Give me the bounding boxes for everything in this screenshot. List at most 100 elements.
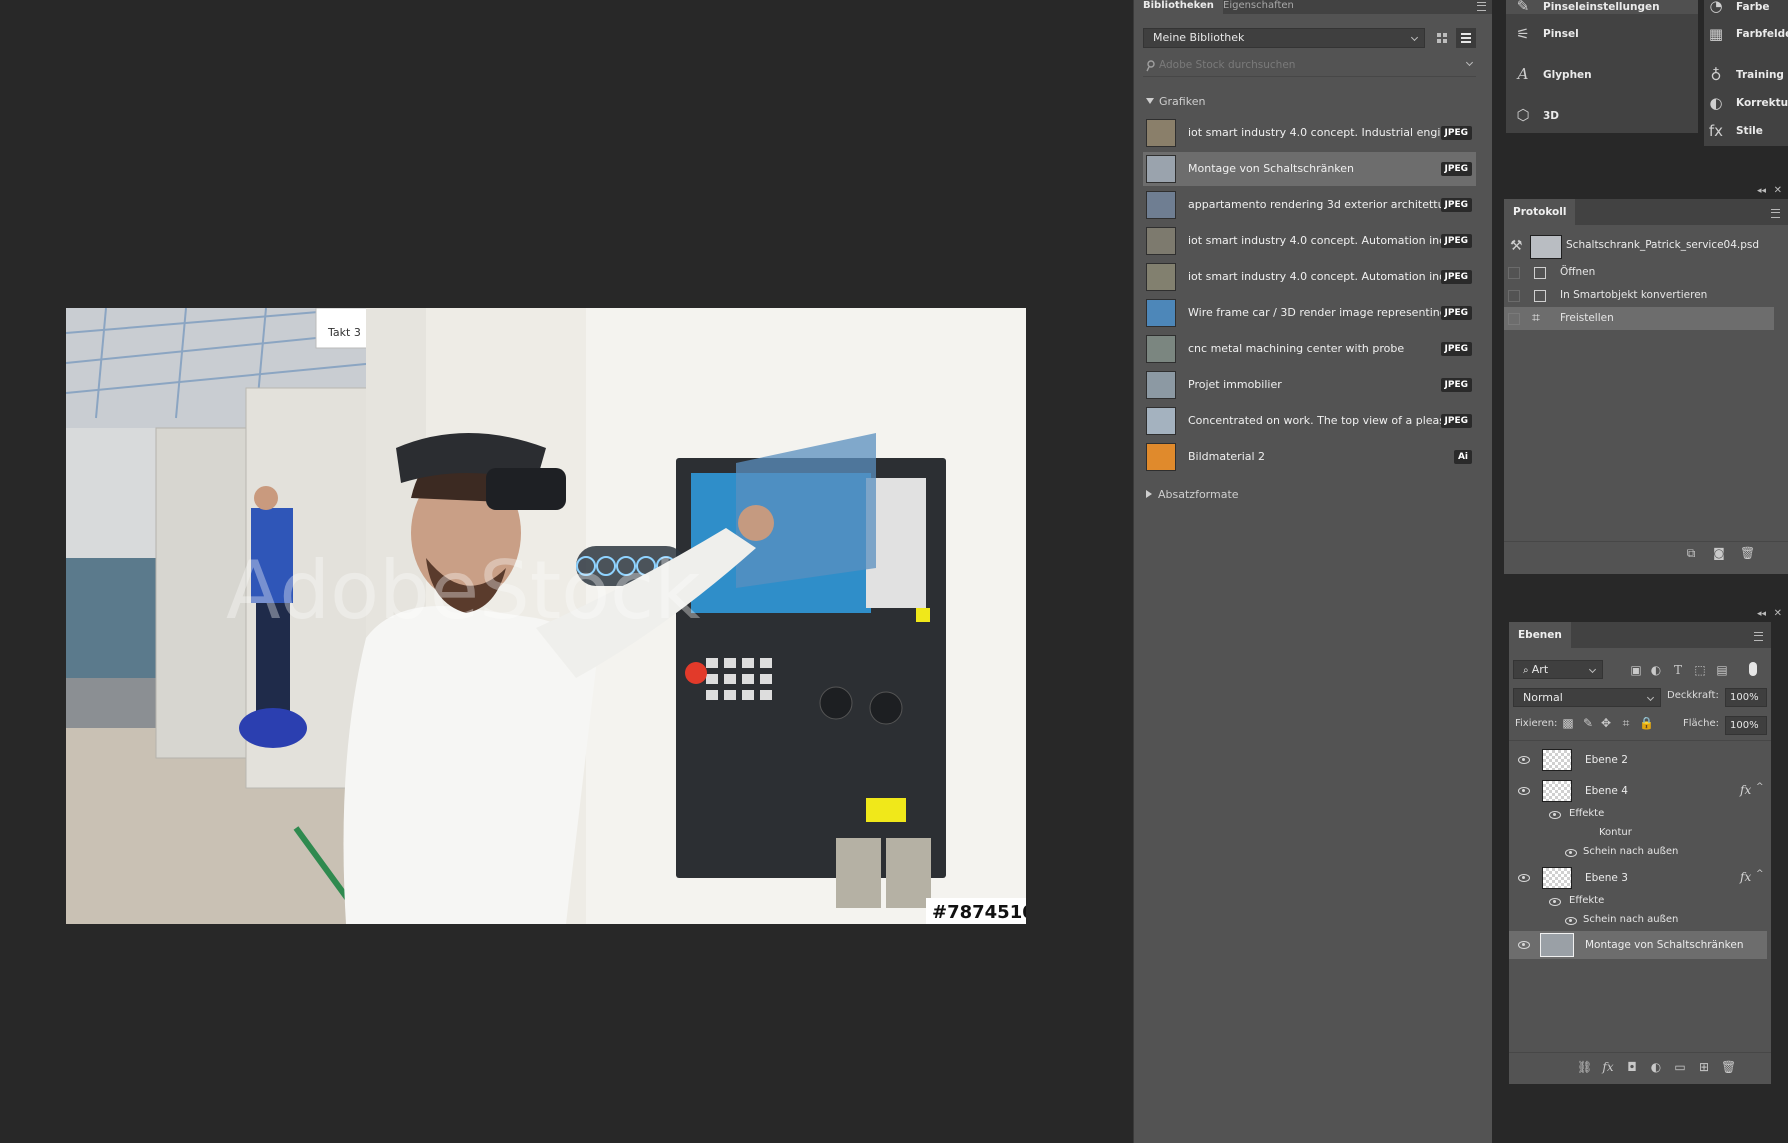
panel-menu-icon[interactable]: [1754, 632, 1763, 641]
new-group-icon[interactable]: ▭: [1673, 1060, 1687, 1074]
lock-artboard-icon[interactable]: ⌗: [1619, 716, 1633, 730]
library-item[interactable]: iot smart industry 4.0 concept. Industri…: [1143, 116, 1476, 150]
history-collapse-bar[interactable]: ◂◂ ✕: [1504, 185, 1788, 199]
layer-filter-select[interactable]: ⌕ Art: [1513, 660, 1603, 679]
layer-name[interactable]: Ebene 3: [1585, 872, 1628, 884]
library-item[interactable]: Bildmaterial 2 Ai: [1143, 440, 1476, 474]
chevron-down-icon[interactable]: [1465, 58, 1474, 67]
layer-name[interactable]: Montage von Schaltschränken: [1585, 939, 1743, 951]
library-item[interactable]: iot smart industry 4.0 concept. Automati…: [1143, 224, 1476, 258]
link-layers-icon[interactable]: ⛓: [1577, 1060, 1592, 1074]
swatches-icon[interactable]: ▦: [1707, 25, 1725, 43]
layer-name[interactable]: Ebene 2: [1585, 754, 1628, 766]
layer-row[interactable]: Ebene 3 fx ^: [1509, 864, 1767, 892]
document-canvas[interactable]: Takt 3 AdobeStock #787451: [0, 0, 1132, 1143]
library-item[interactable]: Wire frame car / 3D render image represe…: [1143, 296, 1476, 330]
section-paragraph-styles[interactable]: Absatzformate: [1146, 488, 1239, 501]
blend-mode-select[interactable]: Normal: [1513, 688, 1661, 707]
list-view-icon[interactable]: [1456, 28, 1476, 48]
library-item[interactable]: Montage von Schaltschränken JPEG: [1143, 152, 1476, 186]
tab-properties[interactable]: Eigenschaften: [1214, 0, 1303, 14]
tool-styles[interactable]: Stile: [1736, 125, 1763, 137]
new-layer-icon[interactable]: ⊞: [1697, 1060, 1711, 1074]
trash-icon[interactable]: 🗑: [1721, 1060, 1736, 1074]
camera-icon[interactable]: ◙: [1712, 546, 1726, 560]
library-select[interactable]: Meine Bibliothek: [1143, 28, 1425, 48]
history-step[interactable]: Öffnen: [1504, 261, 1774, 284]
adjustment-icon[interactable]: ◐: [1707, 94, 1725, 112]
smartobject-filter-icon[interactable]: ▤: [1715, 663, 1729, 677]
layer-fx-icon[interactable]: fx: [1740, 870, 1751, 884]
close-icon[interactable]: ✕: [1774, 185, 1782, 196]
tool-glyphs[interactable]: Glyphen: [1543, 69, 1592, 81]
tool-brush[interactable]: Pinsel: [1543, 28, 1579, 40]
lock-all-icon[interactable]: 🔒: [1639, 716, 1654, 730]
tool-training[interactable]: Training: [1736, 69, 1784, 81]
layer-row[interactable]: Ebene 4 fx ^: [1509, 777, 1767, 805]
brush-icon[interactable]: ⚟: [1514, 25, 1532, 43]
history-step[interactable]: In Smartobjekt konvertieren: [1504, 284, 1774, 307]
history-snapshot[interactable]: ⚒ Schaltschrank_Patrick_service04.psd: [1504, 233, 1788, 259]
effect-item[interactable]: Kontur: [1599, 827, 1632, 838]
history-step-selected[interactable]: ⌗ Freistellen: [1504, 307, 1774, 330]
library-item[interactable]: cnc metal machining center with probe JPE…: [1143, 332, 1476, 366]
tab-layers[interactable]: Ebenen: [1509, 622, 1571, 648]
layer-row-selected[interactable]: Montage von Schaltschränken: [1509, 931, 1767, 959]
tool-adjustments[interactable]: Korrektur: [1736, 97, 1788, 109]
add-style-icon[interactable]: fx: [1601, 1060, 1615, 1074]
panel-menu-icon[interactable]: [1477, 2, 1486, 11]
visibility-eye-icon[interactable]: [1518, 941, 1530, 949]
opacity-input[interactable]: 100%: [1725, 688, 1767, 707]
collapse-icon[interactable]: ◂◂: [1757, 609, 1766, 619]
lock-pixels-icon[interactable]: ✎: [1581, 716, 1595, 730]
tab-libraries[interactable]: Bibliotheken: [1134, 0, 1223, 14]
filter-toggle[interactable]: [1749, 662, 1757, 676]
visibility-eye-icon[interactable]: [1549, 898, 1561, 906]
tab-history[interactable]: Protokoll: [1504, 199, 1576, 225]
stock-search[interactable]: Adobe Stock durchsuchen: [1143, 56, 1476, 77]
tool-color[interactable]: Farbe: [1736, 1, 1769, 13]
library-item[interactable]: Projet immobilier JPEG: [1143, 368, 1476, 402]
tool-3d[interactable]: 3D: [1543, 110, 1559, 122]
chevron-up-icon[interactable]: ^: [1756, 782, 1764, 792]
panel-menu-icon[interactable]: [1771, 209, 1780, 218]
library-item[interactable]: iot smart industry 4.0 concept. Automati…: [1143, 260, 1476, 294]
collapse-icon[interactable]: ◂◂: [1757, 186, 1766, 196]
layers-collapse-bar[interactable]: ◂◂ ✕: [1509, 608, 1788, 622]
fill-input[interactable]: 100%: [1725, 716, 1767, 735]
new-document-from-state-icon[interactable]: ⧉: [1684, 546, 1698, 560]
style-icon[interactable]: fx: [1707, 122, 1725, 140]
history-brush-icon[interactable]: ⚒: [1510, 238, 1523, 254]
layer-fx-icon[interactable]: fx: [1740, 783, 1751, 797]
grid-view-icon[interactable]: [1434, 30, 1450, 46]
library-item[interactable]: appartamento rendering 3d exterior archi…: [1143, 188, 1476, 222]
glyph-icon[interactable]: A: [1514, 65, 1532, 83]
trash-icon[interactable]: 🗑: [1740, 546, 1755, 560]
lock-position-icon[interactable]: ✥: [1599, 716, 1613, 730]
library-item[interactable]: Concentrated on work. The top view of a …: [1143, 404, 1476, 438]
lock-transparency-icon[interactable]: ▩: [1561, 716, 1575, 730]
adjustment-filter-icon[interactable]: ◐: [1649, 663, 1663, 677]
cube-icon[interactable]: ⬡: [1514, 106, 1532, 124]
document-image[interactable]: Takt 3 AdobeStock #787451: [66, 308, 1026, 924]
pixel-filter-icon[interactable]: ▣: [1629, 663, 1643, 677]
tool-swatches[interactable]: Farbfelder: [1736, 28, 1788, 40]
section-graphics[interactable]: Grafiken: [1146, 95, 1205, 108]
shape-filter-icon[interactable]: ⬚: [1693, 663, 1707, 677]
close-icon[interactable]: ✕: [1774, 608, 1782, 619]
add-mask-icon[interactable]: ◘: [1625, 1060, 1639, 1074]
visibility-eye-icon[interactable]: [1565, 849, 1577, 857]
layer-name[interactable]: Ebene 4: [1585, 785, 1628, 797]
palette-icon[interactable]: ◔: [1707, 0, 1725, 15]
visibility-eye-icon[interactable]: [1518, 874, 1530, 882]
chevron-up-icon[interactable]: ^: [1756, 869, 1764, 879]
brush-settings-icon[interactable]: ✎: [1514, 0, 1532, 15]
visibility-eye-icon[interactable]: [1518, 756, 1530, 764]
visibility-eye-icon[interactable]: [1518, 787, 1530, 795]
type-filter-icon[interactable]: T: [1671, 663, 1685, 677]
tool-brush-settings[interactable]: Pinseleinstellungen: [1543, 1, 1660, 13]
visibility-eye-icon[interactable]: [1565, 917, 1577, 925]
bulb-icon[interactable]: ♁: [1707, 66, 1725, 84]
layer-row[interactable]: Ebene 2: [1509, 746, 1767, 774]
adjustment-layer-icon[interactable]: ◐: [1649, 1060, 1663, 1074]
